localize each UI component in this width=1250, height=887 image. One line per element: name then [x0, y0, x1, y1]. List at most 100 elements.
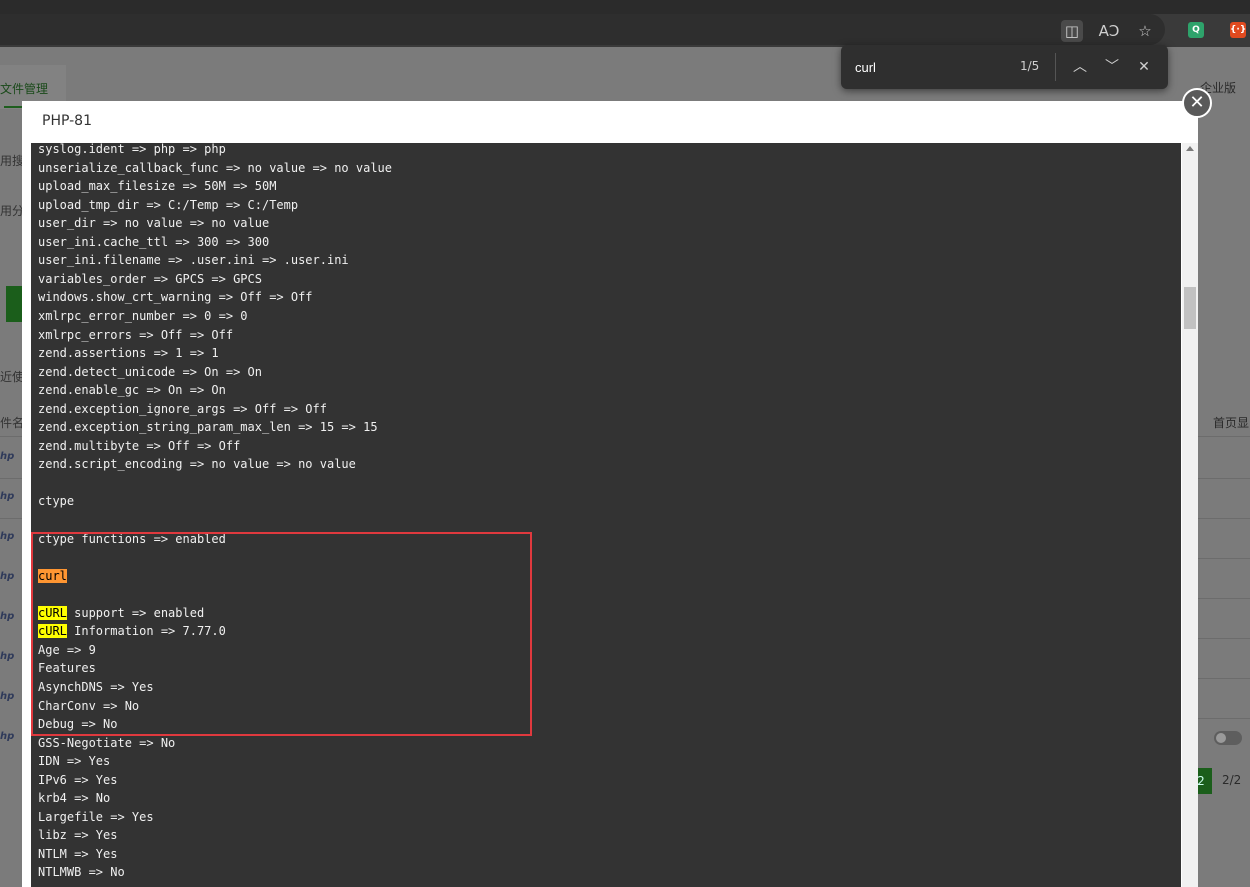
find-close-icon[interactable]: ✕ — [1133, 56, 1155, 78]
output-line: IPv6 => Yes — [38, 771, 117, 789]
close-icon[interactable]: ✕ — [1182, 88, 1212, 118]
output-text: variables_order => GPCS => GPCS — [38, 271, 262, 286]
output-line: krb4 => No — [38, 789, 110, 807]
browser-tabstrip — [0, 0, 1250, 14]
output-line: user_dir => no value => no value — [38, 214, 269, 232]
output-line: unserialize_callback_func => no value =>… — [38, 159, 392, 177]
output-text: NTLM => Yes — [38, 846, 118, 861]
php-file-icon: hp — [0, 571, 15, 582]
output-text: zend.exception_string_param_max_len => 1… — [38, 420, 378, 435]
output-text: user_dir => no value => no value — [38, 216, 270, 231]
output-line: user_ini.cache_ttl => 300 => 300 — [38, 233, 269, 251]
primary-button[interactable] — [6, 286, 22, 322]
find-divider — [1055, 53, 1056, 81]
php-info-modal: PHP-81 syslog.ident => php => php unseria… — [22, 101, 1198, 887]
column-header-home: 首页显 — [1213, 416, 1250, 430]
output-text: ctype — [38, 494, 75, 509]
side-label: 近使 — [0, 370, 25, 384]
side-label: 件名 — [0, 416, 25, 430]
output-text: zend.exception_ignore_args => Off => Off — [38, 401, 327, 416]
output-line: zend.exception_ignore_args => Off => Off — [38, 400, 327, 418]
output-line: upload_tmp_dir => C:/Temp => C:/Temp — [38, 196, 298, 214]
output-text: xmlrpc_error_number => 0 => 0 — [38, 308, 248, 323]
output-line: user_ini.filename => .user.ini => .user.… — [38, 251, 349, 269]
output-line: syslog.ident => php => php — [38, 143, 226, 158]
address-bar[interactable] — [0, 14, 1165, 45]
table-row-divider — [1198, 478, 1250, 479]
php-file-icon: hp — [0, 651, 15, 662]
green-extension-icon[interactable]: Q — [1188, 22, 1204, 38]
read-aloud-icon[interactable]: AↃ — [1098, 20, 1120, 42]
find-input[interactable] — [855, 57, 1005, 77]
output-text: zend.script_encoding => no value => no v… — [38, 457, 356, 472]
output-line: ctype — [38, 492, 74, 510]
output-text: windows.show_crt_warning => Off => Off — [38, 290, 313, 305]
php-file-icon: hp — [0, 491, 15, 502]
output-line: libz => Yes — [38, 826, 117, 844]
find-on-page-icon[interactable]: ◫ — [1061, 20, 1083, 42]
table-row-divider — [1198, 558, 1250, 559]
output-text: NTLMWB => No — [38, 865, 125, 880]
output-text: upload_tmp_dir => C:/Temp => C:/Temp — [38, 197, 299, 212]
output-line: IDN => Yes — [38, 752, 110, 770]
table-row-divider — [1198, 678, 1250, 679]
output-text: krb4 => No — [38, 791, 111, 806]
red-extension-icon[interactable]: {·} — [1230, 22, 1246, 38]
find-previous-icon[interactable]: ︿ — [1069, 56, 1091, 78]
output-line: zend.detect_unicode => On => On — [38, 363, 262, 381]
table-row-divider — [0, 518, 22, 519]
output-line: zend.exception_string_param_max_len => 1… — [38, 418, 378, 436]
php-file-icon: hp — [0, 731, 15, 742]
table-row-divider — [0, 436, 22, 437]
output-line: xmlrpc_error_number => 0 => 0 — [38, 307, 248, 325]
scroll-thumb[interactable] — [1184, 287, 1196, 329]
table-row-divider — [1198, 436, 1250, 437]
output-text: Largefile => Yes — [38, 809, 154, 824]
output-line: upload_max_filesize => 50M => 50M — [38, 177, 276, 195]
output-text: user_ini.filename => .user.ini => .user.… — [38, 253, 349, 268]
phpinfo-output[interactable]: syslog.ident => php => php unserialize_ca… — [31, 143, 1181, 887]
find-match-count: 1/5 — [1020, 59, 1040, 73]
output-line: variables_order => GPCS => GPCS — [38, 270, 262, 288]
output-text: upload_max_filesize => 50M => 50M — [38, 179, 277, 194]
php-file-icon: hp — [0, 611, 15, 622]
output-text: xmlrpc_errors => Off => Off — [38, 327, 234, 342]
side-label: 用搜 — [0, 154, 25, 168]
output-text: user_ini.cache_ttl => 300 => 300 — [38, 234, 270, 249]
output-text: IDN => Yes — [38, 754, 111, 769]
output-line: xmlrpc_errors => Off => Off — [38, 326, 233, 344]
annotation-box — [31, 532, 532, 736]
find-bar: 1/5 ︿ ﹀ ✕ — [841, 45, 1168, 89]
output-text: syslog.ident => php => php — [38, 143, 226, 156]
modal-title: PHP-81 — [42, 113, 92, 129]
output-line: zend.enable_gc => On => On — [38, 381, 226, 399]
output-line: windows.show_crt_warning => Off => Off — [38, 288, 313, 306]
output-line: Largefile => Yes — [38, 808, 154, 826]
pagination-total: 2/2 — [1222, 773, 1242, 787]
table-row-divider — [1198, 718, 1250, 719]
table-row-divider — [1198, 638, 1250, 639]
php-file-icon: hp — [0, 531, 15, 542]
output-text: libz => Yes — [38, 828, 118, 843]
output-text: unserialize_callback_func => no value =>… — [38, 160, 393, 175]
output-line: GSS-Negotiate => No — [38, 734, 175, 752]
tab-file-manager[interactable]: 文件管理 — [0, 80, 48, 97]
scroll-up-arrow-icon[interactable] — [1186, 146, 1194, 151]
output-text: IPv6 => Yes — [38, 772, 118, 787]
output-text: zend.multibyte => Off => Off — [38, 438, 241, 453]
php-file-icon: hp — [0, 691, 15, 702]
output-line: NTLM => Yes — [38, 845, 117, 863]
table-row-divider — [0, 478, 22, 479]
favorite-icon[interactable]: ☆ — [1134, 20, 1156, 42]
output-text: zend.assertions => 1 => 1 — [38, 346, 219, 361]
scrollbar[interactable] — [1182, 143, 1198, 887]
side-label: 用分 — [0, 204, 25, 218]
php-file-icon: hp — [0, 451, 15, 462]
output-line: zend.multibyte => Off => Off — [38, 437, 240, 455]
output-text: GSS-Negotiate => No — [38, 735, 176, 750]
output-line: zend.script_encoding => no value => no v… — [38, 455, 356, 473]
find-next-icon[interactable]: ﹀ — [1101, 56, 1123, 78]
toggle-switch[interactable] — [1214, 731, 1242, 745]
output-text: zend.enable_gc => On => On — [38, 383, 226, 398]
output-line: NTLMWB => No — [38, 863, 125, 881]
